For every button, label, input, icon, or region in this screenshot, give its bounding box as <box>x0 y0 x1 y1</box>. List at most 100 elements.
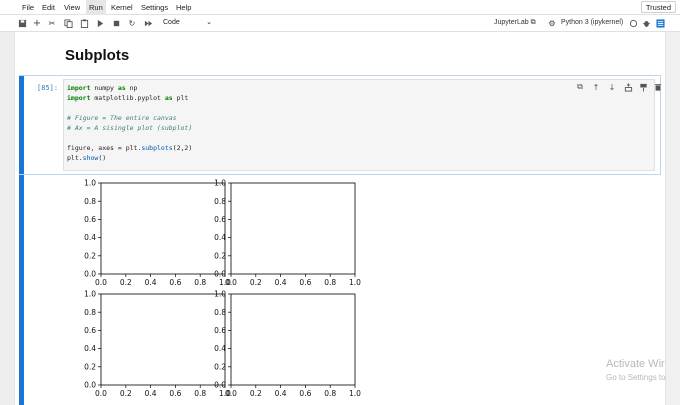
y-tick-label: 1.0 <box>84 179 96 188</box>
save-icon[interactable] <box>16 17 28 29</box>
x-tick-label: 0.0 <box>225 278 237 287</box>
windows-activation-watermark: Activate Wir Go to Settings to <box>606 357 666 385</box>
watermark-line-1: Activate Wir <box>606 358 665 370</box>
y-tick-label: 0.4 <box>214 344 226 353</box>
y-tick-label: 0.2 <box>84 251 96 260</box>
code-line: # Figure = The entire canvas <box>67 114 177 122</box>
menu-run[interactable]: Run <box>86 0 106 15</box>
settings-icon[interactable]: ⚙ <box>546 17 558 29</box>
menu-file[interactable]: File <box>19 0 37 15</box>
x-tick-label: 0.2 <box>250 278 262 287</box>
fast-forward-icon[interactable] <box>142 17 154 29</box>
x-tick-label: 0.0 <box>95 278 107 287</box>
y-tick-label: 0.2 <box>84 362 96 371</box>
code-line: import matplotlib.pyplot as plt <box>67 94 189 102</box>
x-tick-label: 0.6 <box>169 278 181 287</box>
x-tick-label: 0.6 <box>299 389 311 398</box>
x-tick-label: 0.6 <box>299 278 311 287</box>
jupyterlab-link[interactable]: JupyterLab ⧉ <box>494 17 536 29</box>
x-tick-label: 0.8 <box>324 278 336 287</box>
x-tick-label: 0.4 <box>275 278 287 287</box>
cell-prompt: [85]: <box>37 84 59 92</box>
code-line: # Ax = A sisingle plot (subplot) <box>67 124 193 132</box>
x-tick-label: 0.4 <box>145 389 157 398</box>
trusted-indicator[interactable]: Trusted <box>640 1 676 13</box>
y-tick-label: 1.0 <box>84 290 96 299</box>
kernel-name[interactable]: Python 3 (ipykernel) <box>561 17 623 29</box>
y-tick-label: 0.0 <box>84 270 96 279</box>
y-tick-label: 0.6 <box>214 215 226 224</box>
cell-output: 0.0 0.2 0.4 0.6 0.8 1.0 0.0 0.2 0.4 0.6 0.8 1.0 0.0 0… <box>19 175 661 405</box>
axes-frame-top-right <box>230 182 356 275</box>
x-tick-label: 0.8 <box>324 389 336 398</box>
kernel-status-icon <box>627 17 639 29</box>
output-collapser[interactable] <box>19 175 24 405</box>
x-tick-label: 0.0 <box>225 389 237 398</box>
paste-icon[interactable] <box>78 17 90 29</box>
y-tick-label: 0.4 <box>84 233 96 242</box>
x-tick-label: 0.0 <box>95 389 107 398</box>
axes-frame-bottom-left <box>100 293 226 386</box>
stop-icon[interactable] <box>110 17 122 29</box>
menu-kernel[interactable]: Kernel <box>108 0 136 15</box>
cell-type-value: Code <box>163 19 180 26</box>
run-icon[interactable] <box>94 17 106 29</box>
x-tick-label: 0.4 <box>145 278 157 287</box>
y-tick-label: 0.8 <box>214 197 226 206</box>
y-tick-label: 0.6 <box>84 326 96 335</box>
menu-bar: File Edit View Run Kernel Settings Help … <box>0 0 680 15</box>
x-tick-label: 0.8 <box>194 389 206 398</box>
duplicate-cell-icon[interactable]: ⧉ <box>575 82 585 92</box>
external-link-icon: ⧉ <box>530 19 536 26</box>
jupyter-app: File Edit View Run Kernel Settings Help … <box>0 0 680 405</box>
y-tick-label: 0.0 <box>214 381 226 390</box>
chevron-down-icon: ⌄ <box>206 19 212 26</box>
y-tick-label: 1.0 <box>214 179 226 188</box>
copy-icon[interactable] <box>62 17 74 29</box>
watermark-line-2: Go to Settings to <box>606 373 666 382</box>
move-down-icon[interactable]: ↓ <box>607 82 617 92</box>
insert-below-icon[interactable] <box>638 82 648 92</box>
insert-above-icon[interactable] <box>623 82 633 92</box>
property-inspector-icon[interactable] <box>654 17 666 29</box>
move-up-icon[interactable]: ↑ <box>591 82 601 92</box>
y-tick-label: 0.4 <box>84 344 96 353</box>
menu-help[interactable]: Help <box>173 0 194 15</box>
delete-cell-icon[interactable] <box>653 82 663 92</box>
vertical-scrollbar[interactable] <box>666 32 680 405</box>
code-editor[interactable]: import numpy as np import matplotlib.pypl… <box>63 79 655 171</box>
y-tick-label: 0.6 <box>84 215 96 224</box>
code-cell[interactable]: [85]: import numpy as np import matplotli… <box>19 75 663 175</box>
notebook-panel: Subplots [85]: import numpy as np import … <box>14 32 666 405</box>
x-tick-label: 0.8 <box>194 278 206 287</box>
bug-icon[interactable] <box>640 17 652 29</box>
code-line: plt.show() <box>67 154 107 162</box>
y-tick-label: 0.2 <box>214 362 226 371</box>
markdown-heading: Subplots <box>65 47 130 64</box>
menu-settings[interactable]: Settings <box>138 0 171 15</box>
x-tick-label: 0.2 <box>120 389 132 398</box>
subplots-figure: 0.0 0.2 0.4 0.6 0.8 1.00.00.20.40.60.81.00.0 0… <box>84 179 361 398</box>
axes-frame-top-left <box>100 182 226 275</box>
input-collapser[interactable] <box>19 76 24 174</box>
menu-edit[interactable]: Edit <box>39 0 58 15</box>
restart-icon[interactable]: ↻ <box>126 17 138 29</box>
menu-view[interactable]: View <box>61 0 83 15</box>
y-tick-label: 0.4 <box>214 233 226 242</box>
y-tick-label: 0.0 <box>84 381 96 390</box>
y-tick-label: 0.8 <box>84 308 96 317</box>
x-tick-label: 1.0 <box>349 278 361 287</box>
x-tick-label: 0.2 <box>120 278 132 287</box>
y-tick-label: 0.2 <box>214 251 226 260</box>
y-tick-label: 0.6 <box>214 326 226 335</box>
add-cell-icon[interactable]: + <box>31 17 43 29</box>
x-tick-label: 1.0 <box>349 389 361 398</box>
cell-type-select[interactable]: Code ⌄ <box>160 17 214 29</box>
code-line: import numpy as np <box>67 84 138 92</box>
cut-icon[interactable]: ✂ <box>46 17 58 29</box>
axes-frame-bottom-right <box>230 293 356 386</box>
y-tick-label: 0.8 <box>84 197 96 206</box>
y-tick-label: 0.8 <box>214 308 226 317</box>
x-tick-label: 0.2 <box>250 389 262 398</box>
y-tick-label: 1.0 <box>214 290 226 299</box>
